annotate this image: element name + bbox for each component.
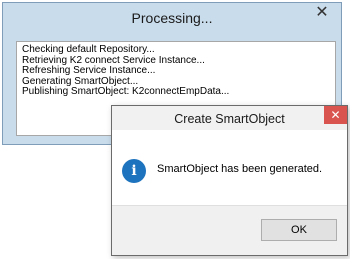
dialog-title: Create SmartObject	[174, 112, 285, 126]
create-smartobject-dialog: Create SmartObject ✕ i SmartObject has b…	[111, 105, 348, 256]
ok-button[interactable]: OK	[261, 219, 337, 241]
dialog-footer: OK	[112, 205, 347, 255]
log-line: Publishing SmartObject: K2connectEmpData…	[22, 86, 230, 97]
processing-close-button[interactable]: ✕	[307, 3, 337, 23]
dialog-body: i SmartObject has been generated.	[112, 130, 347, 208]
log-line: Refreshing Service Instance...	[22, 65, 156, 76]
log-line: Checking default Repository...	[22, 44, 155, 55]
dialog-close-button[interactable]: ✕	[324, 106, 347, 124]
dialog-titlebar: Create SmartObject ✕	[112, 106, 347, 130]
info-icon: i	[122, 159, 146, 183]
dialog-message: SmartObject has been generated.	[157, 163, 323, 175]
processing-window-title: Processing...	[131, 10, 213, 26]
